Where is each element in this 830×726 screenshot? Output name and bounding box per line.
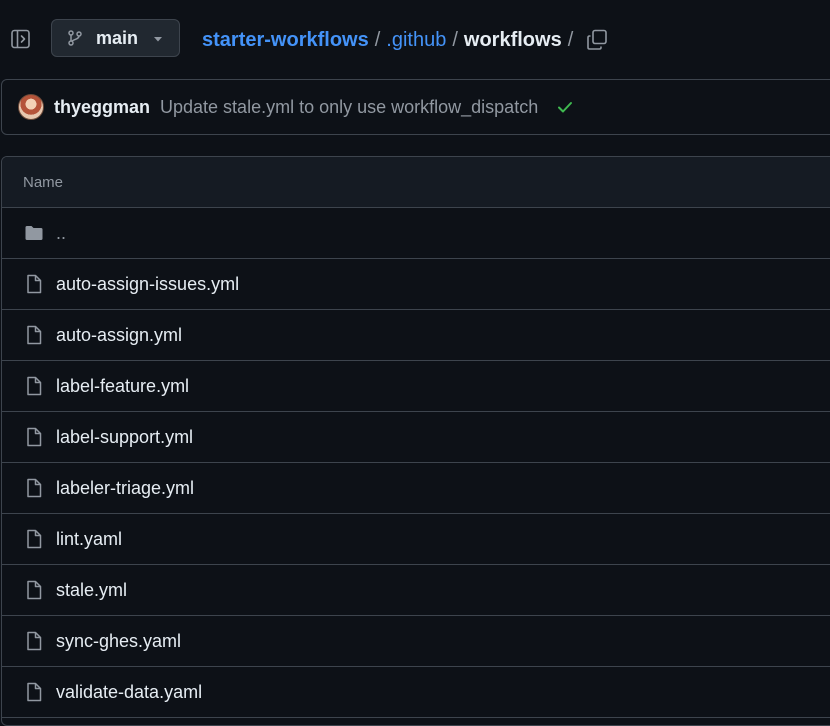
file-icon [24, 478, 44, 498]
breadcrumb-folder-link[interactable]: .github [386, 29, 446, 52]
branch-selector-button[interactable]: main [51, 19, 180, 57]
file-icon [24, 427, 44, 447]
file-icon [24, 529, 44, 549]
breadcrumb-current: workflows [463, 28, 562, 51]
file-name-link[interactable]: auto-assign-issues.yml [56, 274, 239, 295]
file-row[interactable]: auto-assign.yml [2, 310, 830, 361]
file-row[interactable]: stale.yml [2, 565, 830, 616]
breadcrumb-repo-link[interactable]: starter-workflows [202, 29, 369, 52]
file-row[interactable]: labeler-triage.yml [2, 463, 830, 514]
top-bar: main starter-workflows / .github / workf… [0, 0, 830, 80]
file-icon [24, 325, 44, 345]
file-name-link[interactable]: label-support.yml [56, 427, 193, 448]
avatar[interactable] [18, 94, 44, 120]
commit-author-link[interactable]: thyeggman [54, 97, 150, 118]
file-name-link[interactable]: stale.yml [56, 580, 127, 601]
sidebar-expand-icon[interactable] [10, 28, 32, 50]
file-list: auto-assign-issues.yml auto-assign.yml lab… [2, 259, 830, 718]
file-name-link[interactable]: lint.yaml [56, 529, 122, 550]
file-row[interactable]: label-feature.yml [2, 361, 830, 412]
breadcrumb-separator: / [452, 28, 458, 51]
file-icon [24, 631, 44, 651]
file-icon [24, 580, 44, 600]
latest-commit-bar: thyeggman Update stale.yml to only use w… [1, 79, 830, 135]
caret-down-icon [152, 32, 164, 44]
parent-directory-row[interactable]: .. [2, 208, 830, 259]
branch-name: main [96, 27, 139, 48]
file-icon [24, 274, 44, 294]
breadcrumb-separator: / [567, 28, 574, 51]
breadcrumb: starter-workflows / .github / workflows … [202, 27, 579, 53]
file-row[interactable]: label-support.yml [2, 412, 830, 463]
file-row[interactable]: lint.yaml [2, 514, 830, 565]
parent-directory-link[interactable]: .. [56, 223, 66, 244]
copy-icon[interactable] [585, 28, 609, 52]
column-header-name: Name [23, 173, 64, 191]
file-row[interactable]: sync-ghes.yaml [2, 616, 830, 667]
file-icon [24, 682, 44, 702]
file-name-link[interactable]: label-feature.yml [56, 376, 189, 397]
commit-message-link[interactable]: Update stale.yml to only use workflow_di… [160, 97, 538, 118]
table-header: Name [2, 157, 830, 208]
git-branch-icon [66, 29, 84, 47]
folder-icon [24, 223, 44, 243]
file-name-link[interactable]: labeler-triage.yml [56, 478, 194, 499]
file-name-link[interactable]: validate-data.yaml [56, 682, 202, 703]
file-name-link[interactable]: sync-ghes.yaml [56, 631, 181, 652]
file-row[interactable]: validate-data.yaml [2, 667, 830, 718]
breadcrumb-separator: / [374, 28, 381, 51]
file-icon [24, 376, 44, 396]
file-table: Name .. auto-assign-issues.yml auto-assig… [1, 156, 830, 726]
file-name-link[interactable]: auto-assign.yml [56, 325, 182, 346]
check-icon[interactable] [556, 98, 574, 116]
file-row[interactable]: auto-assign-issues.yml [2, 259, 830, 310]
